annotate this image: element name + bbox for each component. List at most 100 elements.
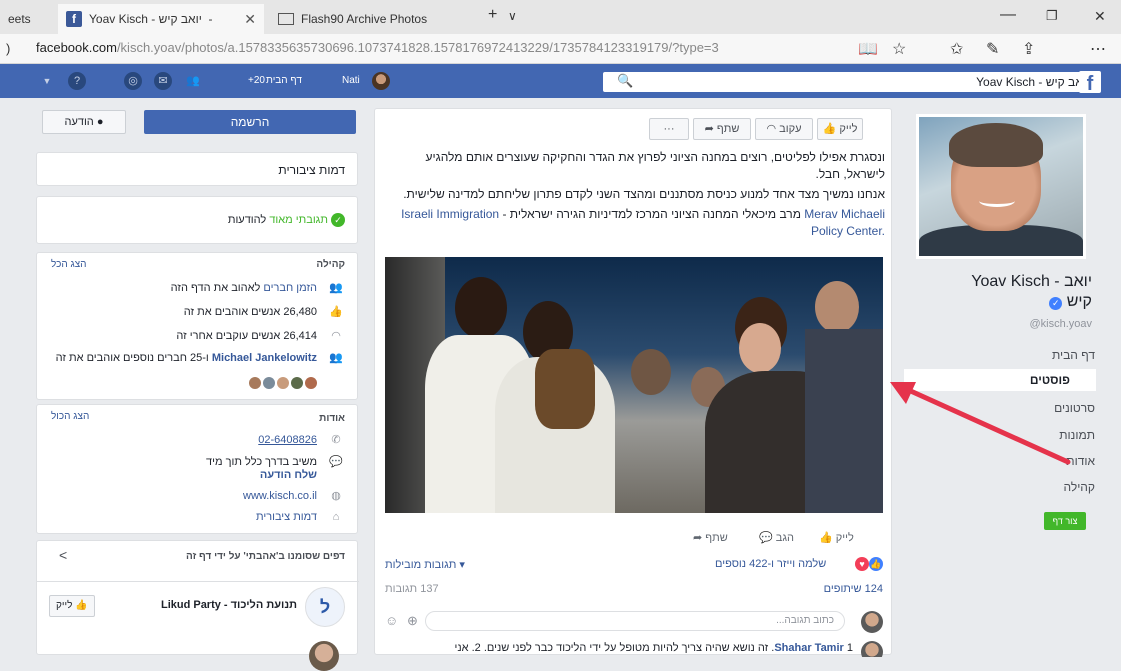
reply-time: משיב בדרך כלל תוך מיד xyxy=(206,456,317,468)
search-value: יואב קיש - Yoav Kisch xyxy=(976,75,1089,89)
category-title: דמות ציבורית xyxy=(278,163,345,177)
comment-input[interactable]: כתוב תגובה... xyxy=(425,611,845,631)
like-action-label: לייק xyxy=(835,532,854,544)
like-page-button[interactable]: 👍 לייק xyxy=(817,118,863,140)
signup-button[interactable]: הרשמה xyxy=(144,110,356,134)
next-page-avatar[interactable] xyxy=(309,641,339,671)
help-icon[interactable]: ? xyxy=(68,72,86,90)
favorites-hub-icon[interactable]: ✩ xyxy=(950,39,963,59)
like-icon: 👍 xyxy=(822,123,837,135)
create-page-button[interactable]: צור דף xyxy=(1044,512,1086,530)
reactions-row: 👍 ♥ שלמה וייזר ו-422 נוספים תגובות מוביל… xyxy=(385,557,883,575)
url-host: facebook.com xyxy=(36,40,117,55)
nav-community[interactable]: קהילה xyxy=(1063,480,1095,494)
browser-tab-facebook[interactable]: f Yoav Kisch - יואב קיש ‎‏ - ‎ ✕ xyxy=(58,4,264,34)
messages-icon[interactable]: ✉ xyxy=(154,72,172,90)
nav-home[interactable]: דף הבית xyxy=(1052,348,1095,362)
community-see-all-link[interactable]: הצג הכל xyxy=(51,259,86,270)
browser-tab-sheets[interactable]: eets xyxy=(0,4,56,34)
address-bar: ) facebook.com/kisch.yoav/photos/a.15783… xyxy=(0,34,1121,64)
profile-photo[interactable] xyxy=(916,114,1086,259)
close-tab-icon[interactable]: ✕ xyxy=(244,11,256,28)
profile-name-link[interactable]: Nati xyxy=(342,75,360,86)
follow-button[interactable]: ◠ עקוב xyxy=(755,118,813,140)
post-photo[interactable] xyxy=(385,257,883,513)
verified-badge-icon: ✓ xyxy=(1049,297,1063,310)
comment-action-label: הגב xyxy=(775,532,794,544)
emoji-icon[interactable]: ☺ xyxy=(385,613,398,628)
response-suffix: להודעות xyxy=(227,214,267,226)
search-input[interactable]: יואב קיש - Yoav Kisch 🔍 xyxy=(603,72,1095,92)
thumbs-up-icon: 👍 xyxy=(75,600,88,611)
like-liked-page-button[interactable]: לייק 👍 xyxy=(49,595,95,617)
reply-time-row: 💬 משיב בדרך כלל תוך מיד xyxy=(206,455,345,468)
post-links: Merav Michaeli מרב מיכאלי המחנה הציוני ה… xyxy=(385,206,885,240)
friend-avatar[interactable] xyxy=(263,377,275,389)
rss-icon: ◠ xyxy=(331,330,341,342)
new-tab-button[interactable]: + xyxy=(488,6,497,24)
post-share-button[interactable]: ➦ שתף xyxy=(693,531,728,544)
israeli-link[interactable]: Israeli xyxy=(401,207,433,221)
top-comments-dropdown[interactable]: תגובות מובילות ▾ xyxy=(385,558,465,571)
page-name-line1: יואב - Yoav Kisch xyxy=(971,273,1092,290)
home-link[interactable]: דף הבית xyxy=(266,75,302,86)
reading-view-icon[interactable]: 📖 xyxy=(858,39,878,59)
friend-avatar[interactable] xyxy=(249,377,261,389)
share-icon[interactable]: ⇪ xyxy=(1022,39,1035,59)
send-message-row: שלח הודעה xyxy=(260,469,345,481)
post-like-button[interactable]: 👍 לייק xyxy=(819,531,854,544)
liked-page-name[interactable]: תנועת הליכוד - Likud Party xyxy=(161,599,297,611)
notifications-globe-icon[interactable]: ◎ xyxy=(124,72,142,90)
category-link[interactable]: דמות ציבורית xyxy=(256,511,317,523)
friend-avatar[interactable] xyxy=(305,377,317,389)
friend-avatar[interactable] xyxy=(277,377,289,389)
post-comment-button[interactable]: 💬 הגב xyxy=(759,531,794,544)
page-actions: הודעה ● הרשמה xyxy=(36,108,358,138)
category-icon: ⌂ xyxy=(332,511,340,523)
browser-tab-flash90[interactable]: Flash90 Archive Photos xyxy=(270,4,460,34)
comments-count[interactable]: 137 תגובות xyxy=(385,583,439,595)
more-options-icon[interactable]: ⋯ xyxy=(1090,39,1106,59)
messenger-icon: 💬 xyxy=(329,456,343,468)
url-field[interactable]: facebook.com/kisch.yoav/photos/a.1578335… xyxy=(36,40,719,55)
favorite-star-icon[interactable]: ☆ xyxy=(892,39,906,59)
back-chevron-icon[interactable]: ) xyxy=(6,41,10,56)
more-button[interactable]: ··· xyxy=(649,118,689,140)
about-title: אודות xyxy=(319,413,345,424)
merav-michaeli-link[interactable]: Merav Michaeli xyxy=(804,207,885,221)
facebook-logo-icon[interactable]: f xyxy=(1079,71,1101,95)
tab-label: eets xyxy=(8,12,31,26)
photo-suit-right xyxy=(805,329,883,513)
likud-logo-icon[interactable]: ל xyxy=(305,587,345,627)
pen-note-icon[interactable]: ✎ xyxy=(986,39,999,59)
search-icon[interactable]: 🔍 xyxy=(617,73,633,89)
browser-tab-bar: eets f Yoav Kisch - יואב קיש ‎‏ - ‎ ✕ Fl… xyxy=(0,0,1121,34)
friend-requests-icon[interactable]: 👥 xyxy=(184,72,202,90)
phone-link[interactable]: 02-6408826 xyxy=(258,434,317,446)
sticker-icon[interactable]: ⊕ xyxy=(407,613,418,629)
friend-avatar[interactable] xyxy=(291,377,303,389)
photo-face-woman xyxy=(739,323,781,373)
about-see-all-link[interactable]: הצג הכול xyxy=(51,411,89,422)
reactions-count[interactable]: שלמה וייזר ו-422 נוספים xyxy=(715,558,826,570)
shares-count[interactable]: 124 שיתופים xyxy=(824,583,883,595)
settings-caret-icon[interactable]: ▼ xyxy=(38,72,56,90)
share-arrow-icon: ➦ xyxy=(693,532,703,544)
tab-menu-chevron-icon[interactable]: ∨ xyxy=(508,9,517,23)
send-message-button[interactable]: הודעה ● xyxy=(42,110,126,134)
send-message-link[interactable]: שלח הודעה xyxy=(260,469,317,481)
response-speed: תגובתי מאוד xyxy=(269,214,328,226)
website-link[interactable]: www.kisch.co.il xyxy=(243,490,317,502)
friend-name-link[interactable]: Michael Jankelowitz xyxy=(212,352,317,364)
invite-friends-link[interactable]: הזמן חברים xyxy=(263,282,317,294)
restore-button[interactable]: ❐ xyxy=(1046,8,1058,24)
share-arrow-icon: ➦ xyxy=(704,123,714,135)
phone-icon: ✆ xyxy=(331,434,341,446)
comment-author-link[interactable]: Shahar Tamir xyxy=(774,642,844,654)
like-label: לייק xyxy=(56,600,73,611)
share-page-button[interactable]: ➦ שתף xyxy=(693,118,751,140)
minimize-button[interactable]: — xyxy=(1000,6,1016,24)
close-window-button[interactable]: ✕ xyxy=(1094,8,1106,25)
carousel-prev-chevron-icon[interactable]: < xyxy=(59,547,67,563)
user-avatar[interactable] xyxy=(372,72,390,90)
